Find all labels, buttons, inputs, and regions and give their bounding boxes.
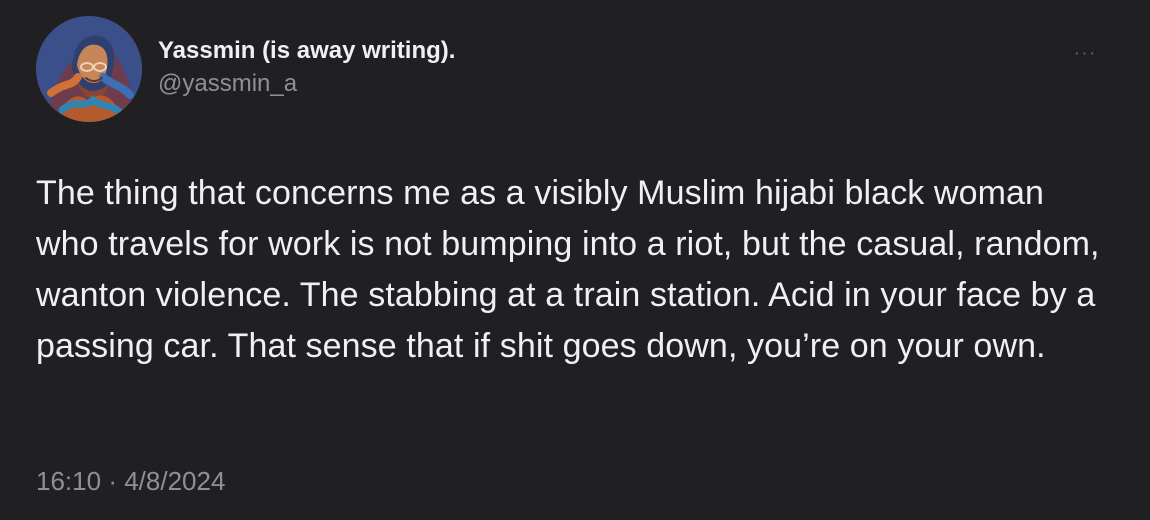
tweet-card: Yassmin (is away writing). @yassmin_a ··…: [0, 0, 1150, 520]
author-info: Yassmin (is away writing). @yassmin_a: [158, 34, 858, 100]
avatar[interactable]: [36, 16, 142, 122]
tweet-body-text: The thing that concerns me as a visibly …: [36, 174, 1119, 365]
author-display-name[interactable]: Yassmin (is away writing).: [158, 34, 858, 68]
author-handle[interactable]: @yassmin_a: [158, 68, 858, 100]
tweet-date: 4/8/2024: [124, 466, 226, 496]
tweet-time: 16:10: [36, 466, 102, 496]
tweet-header: Yassmin (is away writing). @yassmin_a ··…: [36, 16, 1116, 124]
more-options-icon: ···: [1073, 42, 1097, 64]
tweet-timestamp[interactable]: 16:10 · 4/8/2024: [36, 464, 436, 498]
more-options-button[interactable]: ···: [1066, 42, 1104, 64]
avatar-image: [36, 16, 142, 122]
timestamp-separator: ·: [108, 466, 117, 496]
